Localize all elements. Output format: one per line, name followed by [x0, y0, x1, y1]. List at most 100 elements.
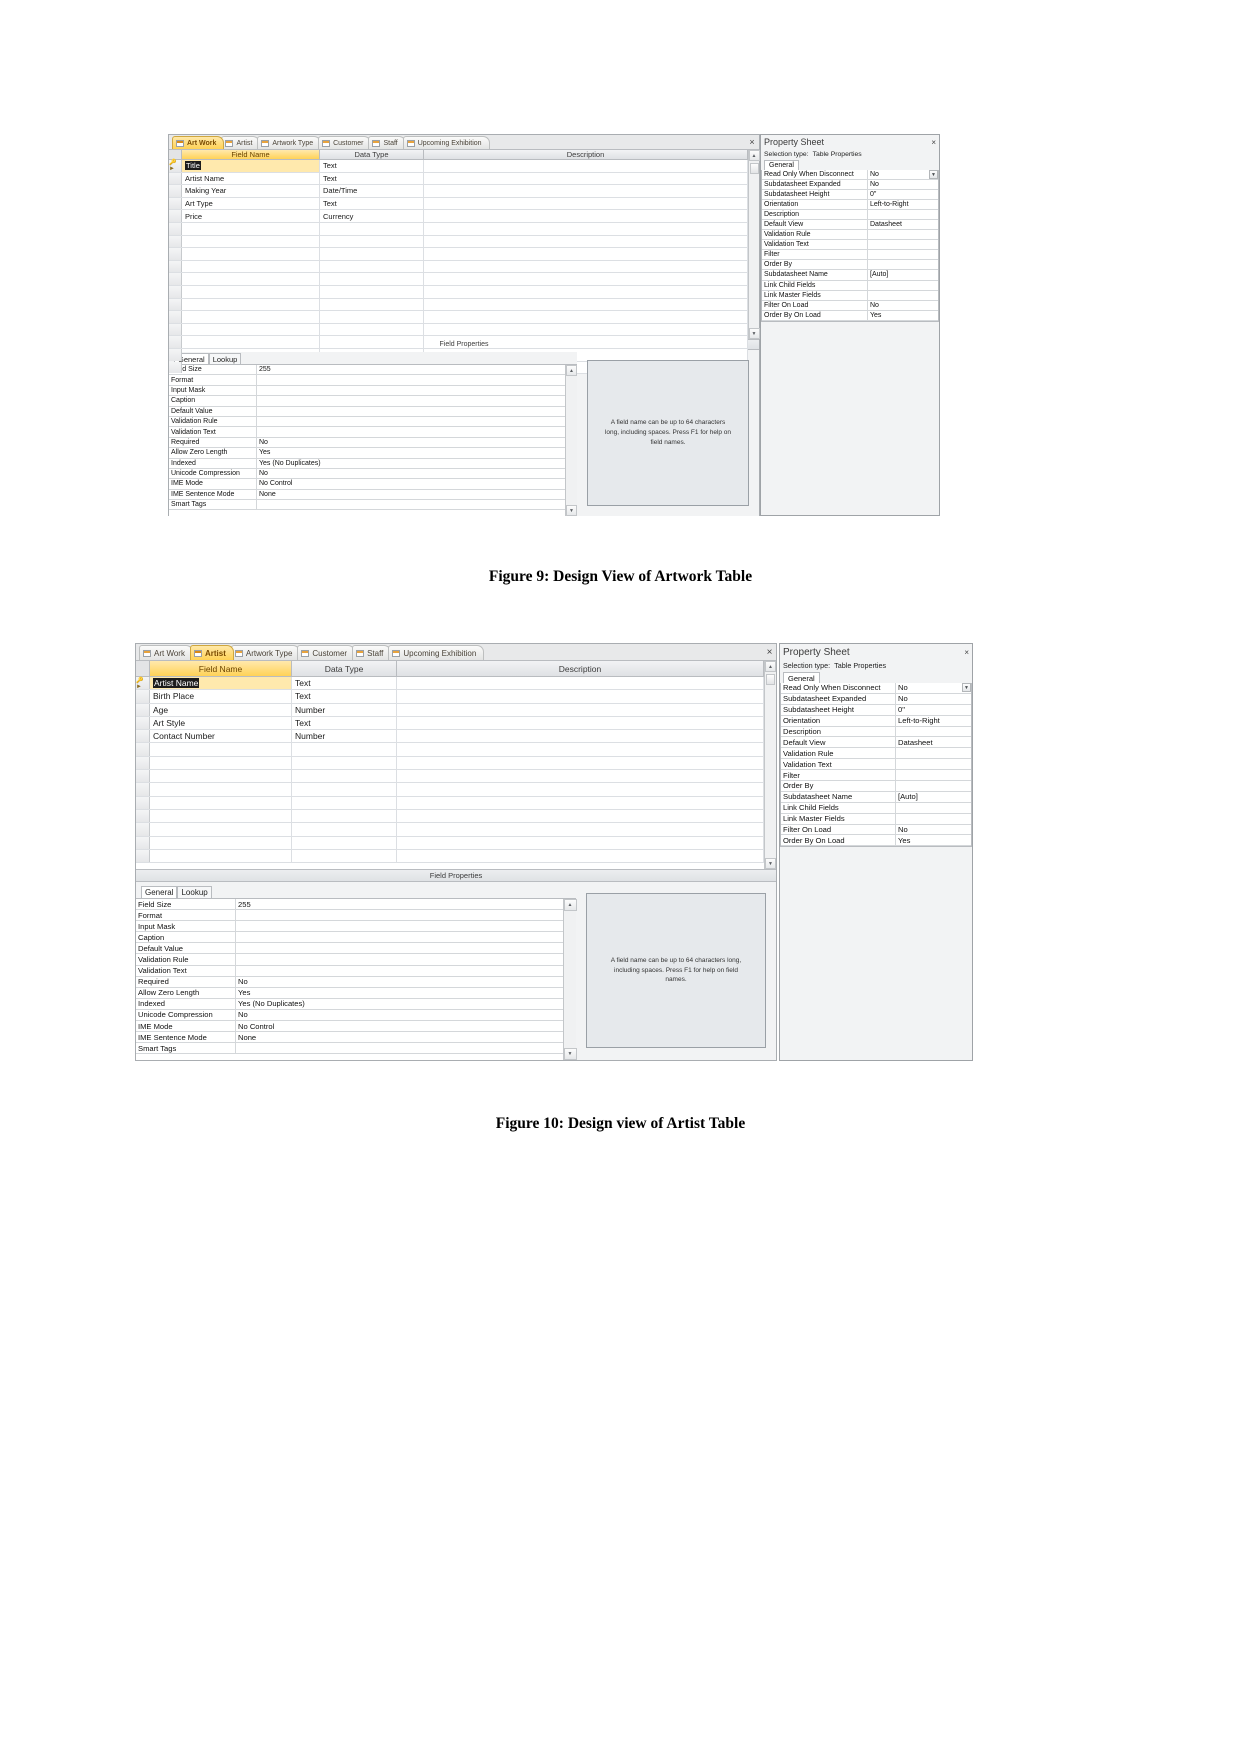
field-property-row[interactable]: IME Mode No Control — [136, 1021, 563, 1033]
scroll-down-icon[interactable]: ▼ — [748, 328, 760, 339]
cell-description[interactable] — [424, 323, 748, 336]
field-property-value[interactable] — [257, 396, 565, 405]
table-row-empty[interactable] — [169, 298, 748, 312]
table-row-empty[interactable] — [136, 743, 764, 757]
property-row[interactable]: Subdatasheet Expanded No — [781, 693, 971, 705]
property-value[interactable] — [868, 260, 938, 269]
row-selector[interactable] — [169, 222, 182, 235]
table-row-empty[interactable] — [136, 770, 764, 784]
field-property-value[interactable] — [257, 417, 565, 426]
document-tab-upcoming-exhibition[interactable]: Upcoming Exhibition — [388, 645, 485, 660]
table-row-empty[interactable] — [169, 273, 748, 286]
cell-field-name[interactable]: Art Style — [150, 716, 292, 730]
window-close-icon-artist[interactable]: × — [763, 646, 776, 659]
property-row[interactable]: Subdatasheet Name [Auto] — [781, 791, 971, 803]
column-header-description[interactable]: Description — [424, 150, 748, 159]
table-row-empty[interactable] — [169, 311, 748, 324]
column-header-description-2[interactable]: Description — [397, 661, 764, 676]
cell-description[interactable] — [424, 172, 748, 185]
cell-description[interactable] — [397, 836, 764, 849]
row-selector[interactable] — [169, 235, 182, 248]
property-row[interactable]: Order By On Load Yes — [781, 835, 971, 847]
cell-field-name[interactable]: Age — [150, 703, 292, 716]
cell-field-name[interactable]: Making Year — [182, 185, 320, 197]
document-tab-artist[interactable]: Artist — [189, 645, 234, 660]
property-value[interactable]: No — [896, 683, 962, 693]
property-row[interactable]: Order By On Load Yes — [762, 310, 938, 321]
field-property-row[interactable]: Default Value — [169, 406, 565, 417]
fp-scroll-up-icon[interactable]: ▲ — [566, 365, 577, 376]
row-selector[interactable] — [136, 716, 150, 730]
cell-description[interactable] — [424, 285, 748, 298]
row-selector[interactable] — [169, 285, 182, 298]
property-value[interactable]: No — [868, 180, 938, 189]
cell-field-name[interactable] — [182, 248, 320, 260]
field-property-row[interactable]: Unicode Compression No — [136, 1009, 563, 1022]
property-row[interactable]: Default View Datasheet — [781, 737, 971, 749]
row-selector[interactable] — [136, 849, 150, 863]
field-property-value[interactable]: No Control — [257, 479, 565, 488]
field-properties-scrollbar-2[interactable]: ▲ ▼ — [563, 899, 577, 1060]
cell-field-name[interactable] — [150, 823, 292, 836]
document-tab-artwork-type[interactable]: Artwork Type — [257, 136, 322, 149]
property-value[interactable] — [868, 230, 938, 239]
cell-data-type[interactable] — [320, 336, 424, 348]
cell-description[interactable] — [397, 783, 764, 796]
row-selector[interactable] — [169, 210, 182, 222]
cell-data-type[interactable]: Text — [320, 172, 424, 185]
field-property-value[interactable] — [257, 500, 565, 509]
property-value[interactable]: No — [868, 170, 929, 179]
field-property-row[interactable]: Caption — [136, 932, 563, 944]
field-property-row[interactable]: Caption — [169, 396, 565, 407]
property-value[interactable]: Yes — [896, 835, 971, 845]
property-value[interactable] — [896, 759, 971, 769]
property-value[interactable] — [868, 210, 938, 219]
property-value[interactable] — [896, 803, 971, 813]
row-selector[interactable] — [136, 703, 150, 716]
property-value[interactable]: 0" — [868, 190, 938, 199]
cell-description[interactable] — [397, 743, 764, 756]
field-property-value[interactable] — [236, 910, 563, 920]
cell-data-type[interactable] — [320, 235, 424, 248]
cell-field-name[interactable]: Art Type — [182, 197, 320, 210]
cell-field-name[interactable] — [182, 323, 320, 336]
field-property-value[interactable]: Yes — [257, 448, 565, 457]
cell-field-name[interactable] — [150, 796, 292, 809]
property-row[interactable]: Description — [781, 726, 971, 738]
property-row[interactable]: Filter — [781, 770, 971, 782]
cell-data-type[interactable] — [320, 260, 424, 273]
cell-data-type[interactable] — [292, 743, 397, 756]
cell-description[interactable] — [424, 160, 748, 172]
table-row[interactable]: Age Number — [136, 703, 764, 717]
cell-field-name[interactable] — [150, 743, 292, 756]
cell-description[interactable] — [424, 298, 748, 311]
cell-data-type[interactable]: Text — [292, 690, 397, 703]
cell-data-type[interactable] — [292, 783, 397, 796]
field-property-value[interactable] — [236, 954, 563, 964]
chevron-down-icon[interactable]: ▼ — [962, 683, 971, 692]
property-value[interactable]: Left-to-Right — [868, 200, 938, 209]
field-property-row[interactable]: Input Mask — [136, 921, 563, 933]
row-selector[interactable] — [169, 248, 182, 260]
field-property-row[interactable]: Required No — [136, 976, 563, 988]
field-properties-tab-lookup[interactable]: Lookup — [177, 886, 212, 898]
cell-description[interactable] — [397, 716, 764, 730]
field-property-row[interactable]: Required No — [169, 437, 565, 449]
cell-data-type[interactable] — [292, 770, 397, 783]
cell-field-name[interactable] — [150, 756, 292, 770]
row-selector[interactable] — [136, 743, 150, 756]
table-row[interactable]: Art Style Text — [136, 716, 764, 731]
cell-description[interactable] — [424, 197, 748, 210]
property-row[interactable]: Validation Rule — [781, 748, 971, 760]
property-value[interactable] — [868, 250, 938, 259]
cell-data-type[interactable] — [292, 756, 397, 770]
property-row[interactable]: Link Child Fields — [781, 802, 971, 814]
property-value[interactable] — [896, 727, 971, 737]
field-property-value[interactable]: Yes (No Duplicates) — [236, 999, 563, 1009]
fp-scroll-down-icon-2[interactable]: ▼ — [563, 1048, 577, 1060]
field-property-value[interactable]: 255 — [236, 899, 563, 909]
field-property-row[interactable]: Smart Tags — [169, 500, 565, 511]
tab-general-2[interactable]: General — [783, 672, 820, 683]
cell-field-name[interactable] — [150, 783, 292, 796]
property-row[interactable]: Filter On Load No — [781, 824, 971, 836]
